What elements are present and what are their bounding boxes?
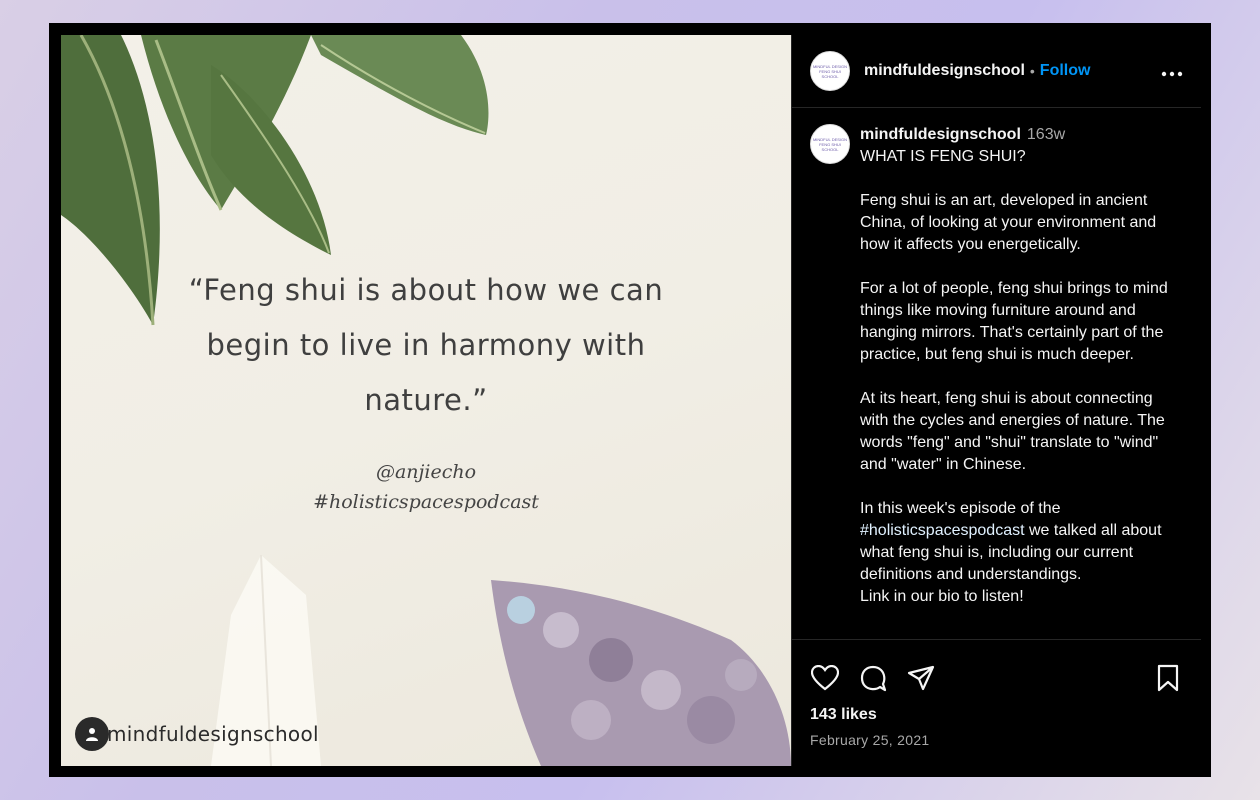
user-tag-icon — [75, 717, 109, 751]
action-bar — [792, 640, 1201, 700]
tagged-user[interactable]: mindfuldesignschool — [75, 717, 319, 751]
avatar[interactable]: MINDFUL DESIGN FENG SHUI SCHOOL — [810, 51, 850, 91]
quote-text: “Feng shui is about how we can begin to … — [188, 273, 664, 417]
post-sidebar: MINDFUL DESIGN FENG SHUI SCHOOL mindfuld… — [791, 35, 1201, 766]
heart-icon[interactable] — [810, 663, 840, 693]
post-date: February 25, 2021 — [810, 732, 930, 748]
post-header: MINDFUL DESIGN FENG SHUI SCHOOL mindfuld… — [792, 35, 1201, 108]
caption-paragraph-2: For a lot of people, feng shui brings to… — [860, 280, 1168, 363]
tagged-username: mindfuldesignschool — [107, 722, 319, 746]
header-separator: • — [1029, 63, 1035, 79]
author-handle: @anjiecho — [375, 461, 477, 483]
caption-paragraph-4: In this week's episode of the #holistics… — [860, 498, 1180, 586]
likes-count[interactable]: 143 likes — [792, 700, 1201, 724]
follow-button[interactable]: Follow — [1040, 62, 1091, 80]
instagram-post: “Feng shui is about how we can begin to … — [61, 35, 1201, 766]
amethyst-crystal — [491, 580, 791, 766]
avatar-logo-text: MINDFUL DESIGN FENG SHUI SCHOOL — [812, 63, 848, 79]
caption-area[interactable]: MINDFUL DESIGN FENG SHUI SCHOOL mindfuld… — [792, 108, 1201, 640]
image-credits: @anjiecho #holisticspacespodcast — [61, 457, 791, 517]
bookmark-icon[interactable] — [1153, 663, 1183, 693]
caption-hashtag-link[interactable]: #holisticspacespodcast — [860, 522, 1025, 539]
caption-paragraph-3: At its heart, feng shui is about connect… — [860, 390, 1165, 473]
send-icon[interactable] — [906, 663, 936, 693]
header-username[interactable]: mindfuldesignschool — [864, 62, 1025, 80]
caption-username[interactable]: mindfuldesignschool — [860, 126, 1021, 143]
caption-avatar[interactable]: MINDFUL DESIGN FENG SHUI SCHOOL — [810, 124, 850, 164]
more-horizontal-icon[interactable] — [1161, 60, 1183, 83]
caption-paragraph-1: Feng shui is an art, developed in ancien… — [860, 192, 1157, 253]
post-image[interactable]: “Feng shui is about how we can begin to … — [61, 35, 791, 766]
podcast-hashtag: #holisticspacespodcast — [313, 491, 539, 513]
caption-avatar-text: MINDFUL DESIGN FENG SHUI SCHOOL — [812, 136, 848, 152]
caption: mindfuldesignschool 163w WHAT IS FENG SHU… — [860, 124, 1180, 639]
caption-age: 163w — [1026, 126, 1066, 143]
caption-title: WHAT IS FENG SHUI? — [860, 148, 1026, 165]
caption-p4-start: In this week's episode of the — [860, 500, 1061, 517]
caption-paragraph-5: Link in our bio to listen! — [860, 588, 1024, 605]
comment-icon[interactable] — [858, 663, 888, 693]
